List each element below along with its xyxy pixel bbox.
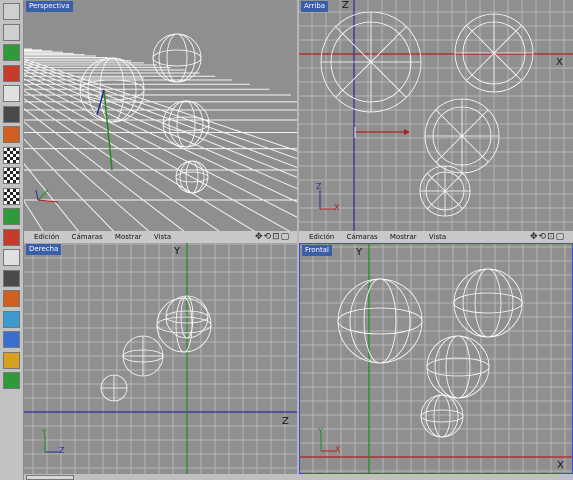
snap-icon[interactable] bbox=[3, 269, 20, 287]
nav-icons-front[interactable]: ✥⟲⊡▢ bbox=[530, 231, 565, 243]
circle-small bbox=[419, 165, 471, 217]
right-gizmo-z: Z bbox=[59, 446, 65, 455]
polygons-icon[interactable] bbox=[3, 126, 20, 143]
top-gizmo-z: Z bbox=[316, 182, 322, 191]
points-icon[interactable] bbox=[3, 85, 20, 102]
magnet-icon[interactable] bbox=[3, 290, 20, 307]
viewport-label[interactable]: Arriba bbox=[301, 1, 329, 12]
viewport-label[interactable]: Derecha bbox=[26, 244, 62, 255]
bottom-tab[interactable] bbox=[26, 475, 74, 480]
extrude-icon[interactable] bbox=[3, 372, 20, 389]
axis-icon[interactable] bbox=[3, 64, 20, 82]
front-x-label: X bbox=[557, 460, 564, 471]
top-axis-gizmo bbox=[319, 190, 335, 210]
left-toolbar bbox=[0, 0, 24, 480]
checker2-icon[interactable] bbox=[3, 167, 20, 184]
status-bar bbox=[24, 474, 573, 480]
move-icon[interactable] bbox=[3, 208, 20, 225]
edges-icon[interactable] bbox=[3, 105, 20, 123]
top-z-label: Z bbox=[342, 0, 349, 11]
front-canvas bbox=[300, 244, 572, 473]
right-canvas bbox=[24, 243, 297, 474]
menu-cameras[interactable]: Cámaras bbox=[347, 233, 378, 241]
viewport-label[interactable]: Frontal bbox=[302, 245, 332, 256]
front-y-label: Y bbox=[356, 247, 363, 258]
viewport-front[interactable]: Frontal Y X Y X bbox=[299, 243, 573, 474]
top-x-label: X bbox=[556, 57, 563, 68]
viewport-top[interactable]: Arriba Z X Z X bbox=[299, 0, 573, 231]
right-z-label: Z bbox=[282, 416, 289, 427]
circle-middle bbox=[424, 98, 500, 174]
menu-view[interactable]: Vista bbox=[154, 233, 171, 241]
menu-display[interactable]: Mostrar bbox=[115, 233, 142, 241]
undo-icon[interactable] bbox=[3, 3, 20, 20]
sphere-top-right bbox=[152, 33, 202, 83]
menu-cameras[interactable]: Cámaras bbox=[72, 233, 103, 241]
right-sphere-1 bbox=[156, 297, 212, 353]
circle-large bbox=[320, 11, 422, 113]
menu-edit[interactable]: Edición bbox=[309, 233, 334, 241]
cube-icon[interactable] bbox=[3, 44, 20, 61]
right-y-label: Y bbox=[174, 246, 181, 257]
rotate-icon[interactable] bbox=[3, 249, 20, 266]
menu-view[interactable]: Vista bbox=[429, 233, 446, 241]
redo-icon[interactable] bbox=[3, 23, 20, 41]
front-sphere-large bbox=[337, 278, 423, 364]
top-canvas bbox=[299, 0, 573, 231]
nav-icons-right[interactable]: ✥⟲⊡▢ bbox=[255, 231, 290, 243]
paint-icon[interactable] bbox=[3, 331, 20, 348]
right-sphere-4 bbox=[100, 374, 128, 402]
top-gizmo-x: X bbox=[334, 203, 340, 212]
front-gizmo-y: Y bbox=[318, 427, 323, 436]
right-sphere-3 bbox=[122, 335, 164, 377]
viewport-right[interactable]: Derecha Y Z Y Z bbox=[24, 243, 297, 474]
checker3-icon[interactable] bbox=[3, 187, 20, 205]
menu-edit[interactable]: Edición bbox=[34, 233, 59, 241]
checker-icon[interactable] bbox=[3, 146, 20, 164]
knife-icon[interactable] bbox=[3, 351, 20, 369]
front-gizmo-x: X bbox=[335, 445, 341, 454]
scale-icon[interactable] bbox=[3, 228, 20, 246]
brush-icon[interactable] bbox=[3, 310, 20, 328]
perspective-canvas bbox=[24, 33, 297, 231]
right-gizmo-y: Y bbox=[42, 428, 47, 437]
circle-right bbox=[454, 13, 534, 93]
viewport-label[interactable]: Perspectiva bbox=[26, 1, 73, 12]
menu-display[interactable]: Mostrar bbox=[390, 233, 417, 241]
viewport-perspective[interactable]: Perspectiva bbox=[24, 0, 297, 231]
